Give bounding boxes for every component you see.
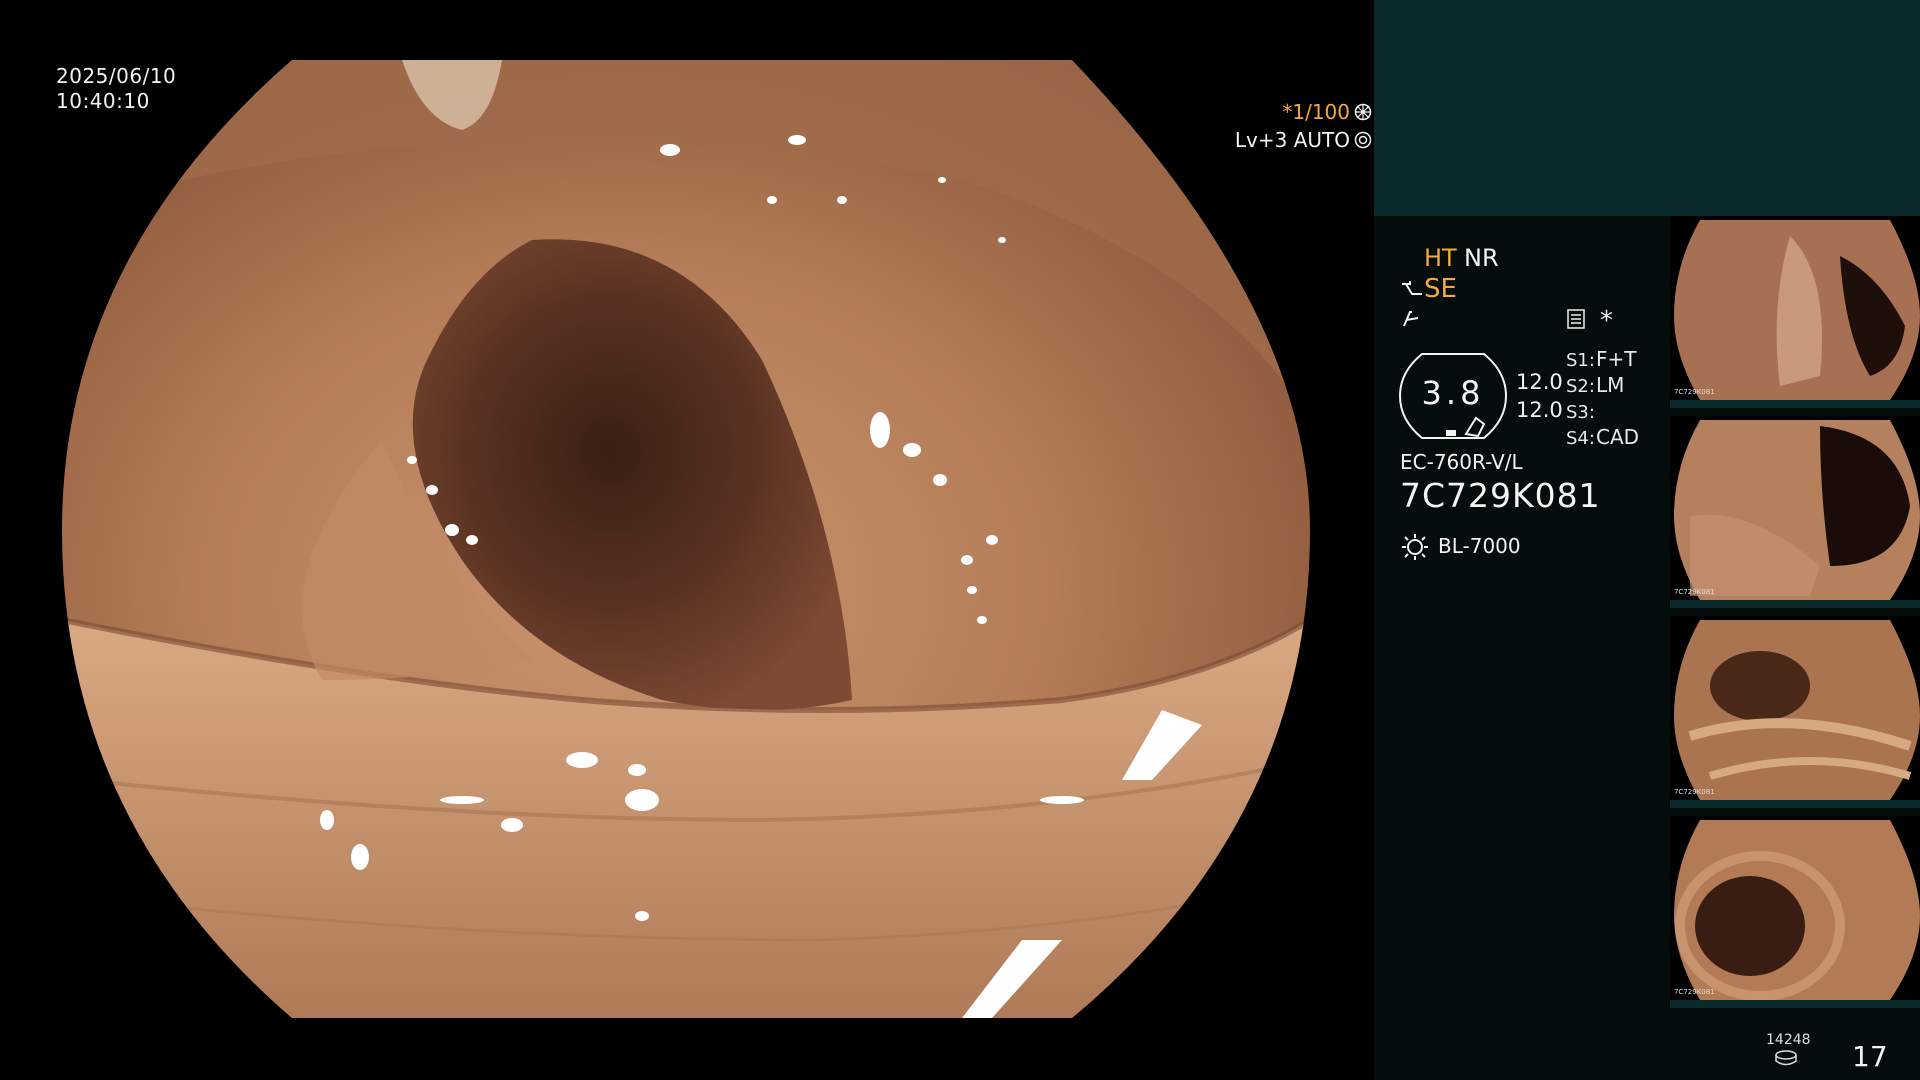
date-text: 2025/06/10 — [56, 64, 177, 88]
light-source-icon — [1402, 534, 1428, 560]
star-marker: * — [1600, 306, 1613, 336]
captured-thumbnail[interactable]: 7C729K081 — [1670, 816, 1920, 1008]
zoom-value: 3.8 — [1421, 374, 1485, 412]
mode-se: SE — [1424, 274, 1457, 304]
enhancement-icon — [1402, 281, 1422, 295]
endoscope-viewport: 2025/06/10 10:40:10 *1/100 Lv+3 AUTO — [0, 0, 1372, 1080]
scope-serial: 7C729K081 — [1400, 476, 1601, 515]
thumbnail-caption: 7C729K081 — [1674, 588, 1715, 596]
panel-header-area — [1374, 0, 1920, 216]
signal-icon — [1403, 311, 1419, 327]
captured-thumbnail[interactable]: 7C729K081 — [1670, 616, 1920, 808]
endoscopy-screen: 2025/06/10 10:40:10 *1/100 Lv+3 AUTO HT … — [0, 0, 1920, 1080]
value-2: 12.0 — [1516, 398, 1563, 422]
iris-icon — [1354, 131, 1372, 149]
scope-model: EC-760R-V/L — [1400, 450, 1523, 474]
s3-label: S3: — [1566, 402, 1595, 423]
s2-value: LM — [1596, 373, 1625, 397]
s1-label: S1: — [1566, 350, 1595, 371]
value-1: 12.0 — [1516, 370, 1563, 394]
mode-ht: HT — [1424, 244, 1457, 272]
thumbnail-bar — [1670, 800, 1920, 808]
thumbnail-caption: 7C729K081 — [1674, 988, 1715, 996]
s4-label: S4: — [1566, 428, 1595, 449]
iris-level: Lv+3 AUTO — [1234, 128, 1350, 152]
s2-label: S2: — [1566, 376, 1595, 397]
camera-settings-overlay: *1/100 Lv+3 AUTO — [52, 98, 1372, 154]
storage-count: 14248 — [1766, 1032, 1811, 1048]
zoom-indicator: 3.8 — [1398, 352, 1508, 440]
thumbnail-bar — [1670, 1000, 1920, 1008]
thumbnail-bar — [1670, 600, 1920, 608]
settings-list-icon — [1567, 309, 1585, 329]
shutter-speed: *1/100 — [1282, 100, 1350, 124]
colon-lumen-image — [62, 60, 1310, 1018]
thumbnail-bar — [1670, 400, 1920, 408]
s1-value: F+T — [1596, 347, 1637, 371]
storage-disk-icon — [1775, 1050, 1797, 1066]
captured-thumbnail[interactable]: 7C729K081 — [1670, 416, 1920, 608]
shutter-icon — [1354, 103, 1372, 121]
light-source: BL-7000 — [1438, 534, 1521, 558]
captured-thumbnail[interactable]: 7C729K081 — [1670, 216, 1920, 408]
thumbnail-caption: 7C729K081 — [1674, 788, 1715, 796]
s4-value: CAD — [1596, 425, 1640, 449]
thumbnail-caption: 7C729K081 — [1674, 388, 1715, 396]
mode-nr: NR — [1464, 244, 1499, 272]
image-count: 17 — [1852, 1040, 1888, 1073]
